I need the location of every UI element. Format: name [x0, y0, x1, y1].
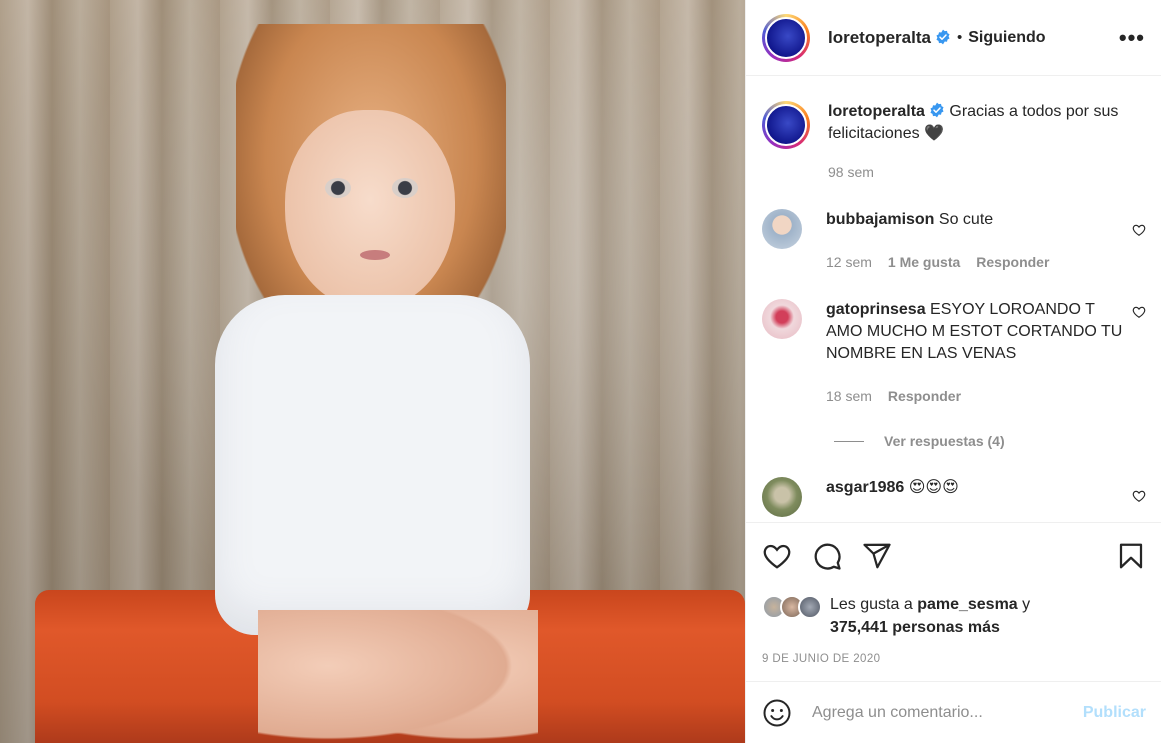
comment-body: bubbajamison So cute 12 sem 1 Me gusta R… [826, 209, 1146, 273]
post-photo[interactable] [0, 0, 745, 743]
comment-icon[interactable] [812, 541, 842, 571]
comment-item: gatoprinsesa ESYOY LOROANDO T AMO MUCHO … [762, 299, 1146, 407]
bookmark-icon[interactable] [1116, 541, 1146, 571]
author-avatar[interactable] [762, 13, 810, 62]
author-username-text[interactable]: loretoperalta [828, 28, 931, 47]
commenter-avatar[interactable] [762, 209, 802, 249]
comment-text: So cute [938, 211, 994, 228]
liked-by-user[interactable]: pame_sesma [917, 596, 1018, 613]
likes-joiner: y [1022, 596, 1031, 613]
post-actions: Les gusta a pame_sesma y 375,441 persona… [746, 522, 1161, 665]
photo-legs [258, 610, 538, 743]
following-button[interactable]: Siguiendo [968, 29, 1045, 47]
comment-input[interactable] [812, 703, 1083, 722]
like-comment-heart-icon[interactable] [1132, 489, 1146, 503]
caption-avatar[interactable] [762, 101, 810, 149]
view-replies-label[interactable]: Ver respuestas (4) [884, 433, 1005, 449]
verified-badge-icon [936, 29, 950, 44]
action-icons-row [762, 523, 1146, 589]
comment-meta: 18 sem Responder [826, 385, 1126, 407]
commenter-username[interactable]: asgar1986 [826, 479, 904, 496]
likes-summary: Les gusta a pame_sesma y 375,441 persona… [762, 593, 1146, 639]
more-options-icon[interactable]: ••• [1119, 26, 1145, 49]
comment-composer: Publicar [746, 681, 1161, 743]
reply-button[interactable]: Responder [888, 385, 961, 407]
comment-likes[interactable]: 1 Me gusta [888, 251, 960, 273]
likes-text: Les gusta a pame_sesma y 375,441 persona… [830, 593, 1030, 639]
replies-divider [834, 440, 864, 442]
likes-count[interactable]: 375,441 personas más [830, 619, 1000, 636]
caption-username[interactable]: loretoperalta [828, 103, 925, 120]
view-replies-button[interactable]: Ver respuestas (4) [834, 433, 1146, 449]
caption: loretoperalta Gracias a todos por sus fe… [762, 101, 1146, 183]
comment-item: asgar1986 😍😍😍 [762, 477, 1146, 517]
post-date[interactable]: 9 DE JUNIO DE 2020 [762, 653, 1146, 665]
heart-icon[interactable] [762, 541, 792, 571]
post-side-panel: loretoperalta • Siguiendo ••• loretopera… [745, 0, 1161, 743]
emoji-picker-icon[interactable] [762, 698, 792, 728]
commenter-username[interactable]: bubbajamison [826, 211, 934, 228]
comment-body: gatoprinsesa ESYOY LOROANDO T AMO MUCHO … [826, 299, 1146, 407]
caption-meta: 98 sem [828, 161, 1126, 183]
comment-text: 😍😍😍 [908, 479, 959, 496]
like-comment-heart-icon[interactable] [1132, 223, 1146, 237]
header-separator: • [956, 29, 963, 46]
caption-avatar-image [765, 104, 807, 146]
verified-badge-icon [930, 102, 944, 118]
photo-mouth [360, 250, 390, 260]
photo-shirt [215, 295, 530, 635]
comment-body: asgar1986 😍😍😍 [826, 477, 1146, 517]
comment-time[interactable]: 18 sem [826, 385, 872, 407]
caption-time[interactable]: 98 sem [828, 161, 874, 183]
commenter-username[interactable]: gatoprinsesa [826, 301, 926, 318]
post-header: loretoperalta • Siguiendo ••• [746, 0, 1161, 76]
likes-prefix: Les gusta a [830, 596, 913, 613]
reply-button[interactable]: Responder [976, 251, 1049, 273]
commenter-avatar[interactable] [762, 299, 802, 339]
comments-list[interactable]: loretoperalta Gracias a todos por sus fe… [746, 77, 1161, 522]
photo-face [285, 110, 455, 310]
comment-item: bubbajamison So cute 12 sem 1 Me gusta R… [762, 209, 1146, 273]
commenter-avatar[interactable] [762, 477, 802, 517]
share-icon[interactable] [862, 541, 892, 571]
publish-button[interactable]: Publicar [1083, 704, 1146, 722]
caption-body: loretoperalta Gracias a todos por sus fe… [828, 101, 1146, 183]
author-avatar-image [765, 16, 807, 59]
like-comment-heart-icon[interactable] [1132, 305, 1146, 319]
caption-emoji: 🖤 [924, 125, 944, 142]
liker-avatar[interactable] [798, 595, 822, 619]
author-username[interactable]: loretoperalta [828, 28, 951, 48]
photo-eye [325, 178, 351, 198]
comment-meta: 12 sem 1 Me gusta Responder [826, 251, 1126, 273]
comment-time[interactable]: 12 sem [826, 251, 872, 273]
liker-avatars[interactable] [762, 595, 822, 619]
photo-eye [392, 178, 418, 198]
